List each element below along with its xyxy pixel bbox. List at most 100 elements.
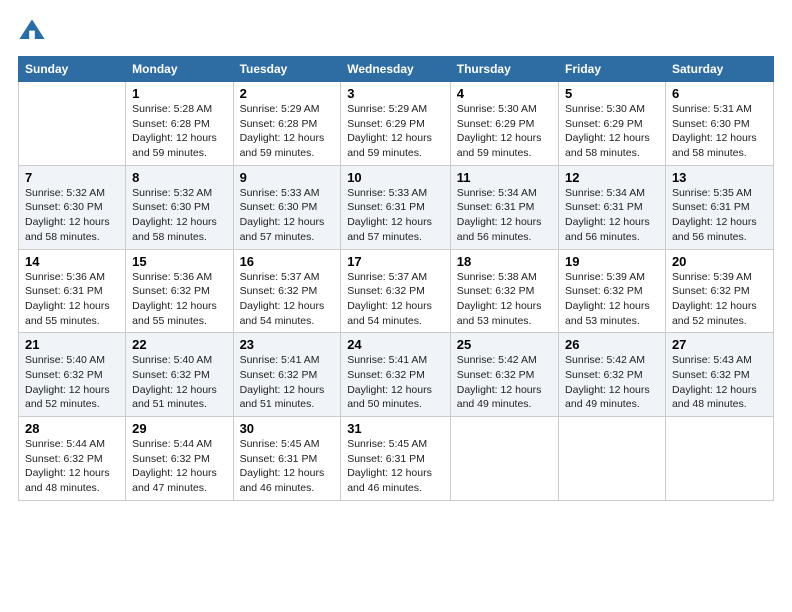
calendar-cell bbox=[665, 417, 773, 501]
day-info: Sunrise: 5:41 AM Sunset: 6:32 PM Dayligh… bbox=[240, 353, 335, 412]
day-info: Sunrise: 5:37 AM Sunset: 6:32 PM Dayligh… bbox=[240, 270, 335, 329]
day-number: 30 bbox=[240, 421, 335, 436]
day-number: 15 bbox=[132, 254, 226, 269]
day-number: 24 bbox=[347, 337, 444, 352]
calendar-table: SundayMondayTuesdayWednesdayThursdayFrid… bbox=[18, 56, 774, 501]
calendar-cell: 12Sunrise: 5:34 AM Sunset: 6:31 PM Dayli… bbox=[559, 165, 666, 249]
day-number: 8 bbox=[132, 170, 226, 185]
day-info: Sunrise: 5:29 AM Sunset: 6:28 PM Dayligh… bbox=[240, 102, 335, 161]
day-number: 27 bbox=[672, 337, 767, 352]
week-row-2: 7Sunrise: 5:32 AM Sunset: 6:30 PM Daylig… bbox=[19, 165, 774, 249]
day-number: 11 bbox=[457, 170, 552, 185]
day-number: 17 bbox=[347, 254, 444, 269]
day-number: 4 bbox=[457, 86, 552, 101]
day-info: Sunrise: 5:35 AM Sunset: 6:31 PM Dayligh… bbox=[672, 186, 767, 245]
calendar-cell: 29Sunrise: 5:44 AM Sunset: 6:32 PM Dayli… bbox=[126, 417, 233, 501]
day-info: Sunrise: 5:30 AM Sunset: 6:29 PM Dayligh… bbox=[565, 102, 659, 161]
day-number: 20 bbox=[672, 254, 767, 269]
day-info: Sunrise: 5:37 AM Sunset: 6:32 PM Dayligh… bbox=[347, 270, 444, 329]
calendar-cell: 21Sunrise: 5:40 AM Sunset: 6:32 PM Dayli… bbox=[19, 333, 126, 417]
day-number: 9 bbox=[240, 170, 335, 185]
day-info: Sunrise: 5:33 AM Sunset: 6:30 PM Dayligh… bbox=[240, 186, 335, 245]
day-info: Sunrise: 5:40 AM Sunset: 6:32 PM Dayligh… bbox=[25, 353, 119, 412]
day-info: Sunrise: 5:38 AM Sunset: 6:32 PM Dayligh… bbox=[457, 270, 552, 329]
calendar-cell: 7Sunrise: 5:32 AM Sunset: 6:30 PM Daylig… bbox=[19, 165, 126, 249]
day-info: Sunrise: 5:42 AM Sunset: 6:32 PM Dayligh… bbox=[565, 353, 659, 412]
col-header-friday: Friday bbox=[559, 57, 666, 82]
calendar-cell: 23Sunrise: 5:41 AM Sunset: 6:32 PM Dayli… bbox=[233, 333, 341, 417]
header bbox=[18, 18, 774, 46]
day-number: 29 bbox=[132, 421, 226, 436]
calendar-cell: 15Sunrise: 5:36 AM Sunset: 6:32 PM Dayli… bbox=[126, 249, 233, 333]
day-number: 6 bbox=[672, 86, 767, 101]
day-info: Sunrise: 5:30 AM Sunset: 6:29 PM Dayligh… bbox=[457, 102, 552, 161]
day-info: Sunrise: 5:40 AM Sunset: 6:32 PM Dayligh… bbox=[132, 353, 226, 412]
calendar-cell: 5Sunrise: 5:30 AM Sunset: 6:29 PM Daylig… bbox=[559, 82, 666, 166]
day-number: 12 bbox=[565, 170, 659, 185]
day-number: 5 bbox=[565, 86, 659, 101]
col-header-tuesday: Tuesday bbox=[233, 57, 341, 82]
calendar-cell: 18Sunrise: 5:38 AM Sunset: 6:32 PM Dayli… bbox=[450, 249, 558, 333]
day-number: 21 bbox=[25, 337, 119, 352]
day-info: Sunrise: 5:34 AM Sunset: 6:31 PM Dayligh… bbox=[457, 186, 552, 245]
day-info: Sunrise: 5:33 AM Sunset: 6:31 PM Dayligh… bbox=[347, 186, 444, 245]
logo bbox=[18, 18, 50, 46]
day-info: Sunrise: 5:44 AM Sunset: 6:32 PM Dayligh… bbox=[132, 437, 226, 496]
week-row-3: 14Sunrise: 5:36 AM Sunset: 6:31 PM Dayli… bbox=[19, 249, 774, 333]
calendar-cell: 17Sunrise: 5:37 AM Sunset: 6:32 PM Dayli… bbox=[341, 249, 451, 333]
week-row-1: 1Sunrise: 5:28 AM Sunset: 6:28 PM Daylig… bbox=[19, 82, 774, 166]
calendar-cell: 8Sunrise: 5:32 AM Sunset: 6:30 PM Daylig… bbox=[126, 165, 233, 249]
col-header-saturday: Saturday bbox=[665, 57, 773, 82]
day-number: 2 bbox=[240, 86, 335, 101]
day-number: 22 bbox=[132, 337, 226, 352]
page: SundayMondayTuesdayWednesdayThursdayFrid… bbox=[0, 0, 792, 511]
day-info: Sunrise: 5:45 AM Sunset: 6:31 PM Dayligh… bbox=[347, 437, 444, 496]
day-number: 10 bbox=[347, 170, 444, 185]
day-number: 25 bbox=[457, 337, 552, 352]
day-number: 7 bbox=[25, 170, 119, 185]
calendar-cell: 16Sunrise: 5:37 AM Sunset: 6:32 PM Dayli… bbox=[233, 249, 341, 333]
day-info: Sunrise: 5:39 AM Sunset: 6:32 PM Dayligh… bbox=[565, 270, 659, 329]
calendar-cell bbox=[559, 417, 666, 501]
day-info: Sunrise: 5:32 AM Sunset: 6:30 PM Dayligh… bbox=[25, 186, 119, 245]
day-number: 31 bbox=[347, 421, 444, 436]
day-number: 16 bbox=[240, 254, 335, 269]
day-info: Sunrise: 5:44 AM Sunset: 6:32 PM Dayligh… bbox=[25, 437, 119, 496]
header-row: SundayMondayTuesdayWednesdayThursdayFrid… bbox=[19, 57, 774, 82]
calendar-cell: 1Sunrise: 5:28 AM Sunset: 6:28 PM Daylig… bbox=[126, 82, 233, 166]
day-info: Sunrise: 5:31 AM Sunset: 6:30 PM Dayligh… bbox=[672, 102, 767, 161]
calendar-cell bbox=[450, 417, 558, 501]
day-info: Sunrise: 5:45 AM Sunset: 6:31 PM Dayligh… bbox=[240, 437, 335, 496]
calendar-cell: 30Sunrise: 5:45 AM Sunset: 6:31 PM Dayli… bbox=[233, 417, 341, 501]
day-info: Sunrise: 5:39 AM Sunset: 6:32 PM Dayligh… bbox=[672, 270, 767, 329]
day-number: 19 bbox=[565, 254, 659, 269]
col-header-monday: Monday bbox=[126, 57, 233, 82]
calendar-cell bbox=[19, 82, 126, 166]
calendar-cell: 6Sunrise: 5:31 AM Sunset: 6:30 PM Daylig… bbox=[665, 82, 773, 166]
calendar-cell: 26Sunrise: 5:42 AM Sunset: 6:32 PM Dayli… bbox=[559, 333, 666, 417]
calendar-cell: 31Sunrise: 5:45 AM Sunset: 6:31 PM Dayli… bbox=[341, 417, 451, 501]
calendar-cell: 24Sunrise: 5:41 AM Sunset: 6:32 PM Dayli… bbox=[341, 333, 451, 417]
day-number: 23 bbox=[240, 337, 335, 352]
day-info: Sunrise: 5:32 AM Sunset: 6:30 PM Dayligh… bbox=[132, 186, 226, 245]
day-number: 28 bbox=[25, 421, 119, 436]
day-info: Sunrise: 5:28 AM Sunset: 6:28 PM Dayligh… bbox=[132, 102, 226, 161]
calendar-cell: 27Sunrise: 5:43 AM Sunset: 6:32 PM Dayli… bbox=[665, 333, 773, 417]
day-info: Sunrise: 5:34 AM Sunset: 6:31 PM Dayligh… bbox=[565, 186, 659, 245]
calendar-cell: 2Sunrise: 5:29 AM Sunset: 6:28 PM Daylig… bbox=[233, 82, 341, 166]
day-number: 18 bbox=[457, 254, 552, 269]
day-number: 3 bbox=[347, 86, 444, 101]
calendar-cell: 19Sunrise: 5:39 AM Sunset: 6:32 PM Dayli… bbox=[559, 249, 666, 333]
day-info: Sunrise: 5:43 AM Sunset: 6:32 PM Dayligh… bbox=[672, 353, 767, 412]
week-row-5: 28Sunrise: 5:44 AM Sunset: 6:32 PM Dayli… bbox=[19, 417, 774, 501]
calendar-cell: 9Sunrise: 5:33 AM Sunset: 6:30 PM Daylig… bbox=[233, 165, 341, 249]
calendar-cell: 4Sunrise: 5:30 AM Sunset: 6:29 PM Daylig… bbox=[450, 82, 558, 166]
calendar-cell: 10Sunrise: 5:33 AM Sunset: 6:31 PM Dayli… bbox=[341, 165, 451, 249]
day-info: Sunrise: 5:36 AM Sunset: 6:31 PM Dayligh… bbox=[25, 270, 119, 329]
calendar-cell: 14Sunrise: 5:36 AM Sunset: 6:31 PM Dayli… bbox=[19, 249, 126, 333]
calendar-cell: 13Sunrise: 5:35 AM Sunset: 6:31 PM Dayli… bbox=[665, 165, 773, 249]
day-number: 26 bbox=[565, 337, 659, 352]
calendar-cell: 22Sunrise: 5:40 AM Sunset: 6:32 PM Dayli… bbox=[126, 333, 233, 417]
col-header-sunday: Sunday bbox=[19, 57, 126, 82]
day-number: 13 bbox=[672, 170, 767, 185]
